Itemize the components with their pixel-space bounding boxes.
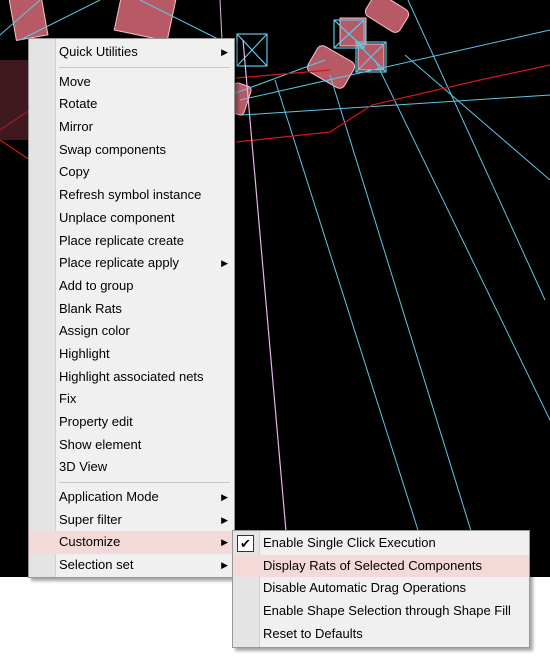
menu-item-label: Place replicate create	[59, 232, 185, 248]
customize-submenu: ✔ Enable Single Click Execution Display Ra…	[232, 530, 530, 648]
menu-item-place-replicate-apply[interactable]: Place replicate apply ▶	[29, 252, 234, 275]
menu-item-place-replicate-create[interactable]: Place replicate create	[29, 230, 234, 253]
menu-item-label: Swap components	[59, 141, 166, 157]
menu-item-label: Super filter	[59, 511, 122, 527]
arrow-right-icon: ▶	[221, 560, 228, 571]
submenu-item-disable-automatic-drag-operations[interactable]: Disable Automatic Drag Operations	[233, 577, 529, 600]
menu-item-customize[interactable]: Customize ▶	[29, 531, 234, 555]
submenu-item-reset-to-defaults[interactable]: Reset to Defaults	[233, 623, 529, 646]
submenu-item-label: Disable Automatic Drag Operations	[263, 580, 467, 596]
menu-item-label: 3D View	[59, 459, 108, 475]
menu-item-refresh-symbol-instance[interactable]: Refresh symbol instance	[29, 184, 234, 207]
menu-item-label: Add to group	[59, 277, 134, 293]
menu-item-unplace-component[interactable]: Unplace component	[29, 207, 234, 230]
menu-item-label: Copy	[59, 164, 90, 180]
component-footprint	[113, 0, 177, 42]
menu-item-highlight-associated-nets[interactable]: Highlight associated nets	[29, 366, 234, 389]
menu-item-label: Application Mode	[59, 489, 159, 505]
menu-item-copy[interactable]: Copy	[29, 161, 234, 184]
menu-separator	[59, 66, 230, 68]
menu-item-mirror[interactable]: Mirror	[29, 116, 234, 139]
arrow-right-icon: ▶	[221, 47, 228, 57]
menu-item-label: Quick Utilities	[59, 44, 138, 59]
component-footprint	[364, 0, 410, 33]
menu-item-add-to-group[interactable]: Add to group	[29, 275, 234, 298]
submenu-item-label: Display Rats of Selected Components	[263, 557, 482, 573]
menu-item-application-mode[interactable]: Application Mode ▶	[29, 486, 234, 509]
submenu-item-label: Enable Single Click Execution	[263, 535, 436, 550]
menu-item-label: Move	[59, 73, 91, 89]
menu-item-swap-components[interactable]: Swap components	[29, 139, 234, 162]
menu-item-label: Refresh symbol instance	[59, 187, 202, 203]
menu-item-label: Place replicate apply	[59, 255, 179, 271]
menu-item-assign-color[interactable]: Assign color	[29, 320, 234, 343]
menu-item-label: Blank Rats	[59, 300, 122, 316]
menu-item-fix[interactable]: Fix	[29, 388, 234, 411]
menu-item-label: Selection set	[59, 557, 134, 573]
menu-item-rotate[interactable]: Rotate	[29, 93, 234, 116]
menu-item-selection-set[interactable]: Selection set ▶	[29, 554, 234, 577]
menu-item-label: Customize	[59, 534, 121, 550]
menu-item-label: Property edit	[59, 414, 133, 429]
context-menu: Quick Utilities ▶ Move Rotate Mirror Swap com…	[28, 38, 235, 578]
menu-item-show-element[interactable]: Show element	[29, 434, 234, 457]
arrow-right-icon: ▶	[221, 492, 228, 503]
arrow-right-icon: ▶	[221, 537, 228, 548]
arrow-right-icon: ▶	[221, 258, 228, 269]
component-footprint	[7, 0, 49, 41]
menu-item-move[interactable]: Move	[29, 71, 234, 94]
submenu-item-label: Enable Shape Selection through Shape Fil…	[263, 603, 511, 619]
menu-item-label: Rotate	[59, 96, 98, 112]
submenu-item-enable-single-click-execution[interactable]: ✔ Enable Single Click Execution	[233, 532, 529, 555]
menu-item-quick-utilities[interactable]: Quick Utilities ▶	[29, 41, 234, 64]
checkmark-icon: ✔	[237, 535, 254, 552]
menu-item-highlight[interactable]: Highlight	[29, 343, 234, 366]
submenu-item-label: Reset to Defaults	[263, 625, 363, 641]
menu-item-blank-rats[interactable]: Blank Rats	[29, 298, 234, 321]
menu-item-3d-view[interactable]: 3D View	[29, 456, 234, 479]
menu-item-property-edit[interactable]: Property edit	[29, 411, 234, 434]
menu-item-label: Fix	[59, 391, 77, 407]
submenu-item-enable-shape-selection-through-shape-fill[interactable]: Enable Shape Selection through Shape Fil…	[233, 600, 529, 623]
menu-separator	[59, 482, 230, 484]
menu-item-label: Highlight associated nets	[59, 368, 204, 384]
menu-item-label: Show element	[59, 436, 142, 452]
menu-item-label: Mirror	[59, 119, 93, 135]
arrow-right-icon: ▶	[221, 514, 228, 525]
menu-item-label: Unplace component	[59, 209, 175, 225]
menu-item-label: Assign color	[59, 323, 130, 339]
submenu-item-display-rats-of-selected-components[interactable]: Display Rats of Selected Components	[233, 554, 529, 578]
menu-item-super-filter[interactable]: Super filter ▶	[29, 509, 234, 532]
menu-item-label: Highlight	[59, 345, 110, 361]
